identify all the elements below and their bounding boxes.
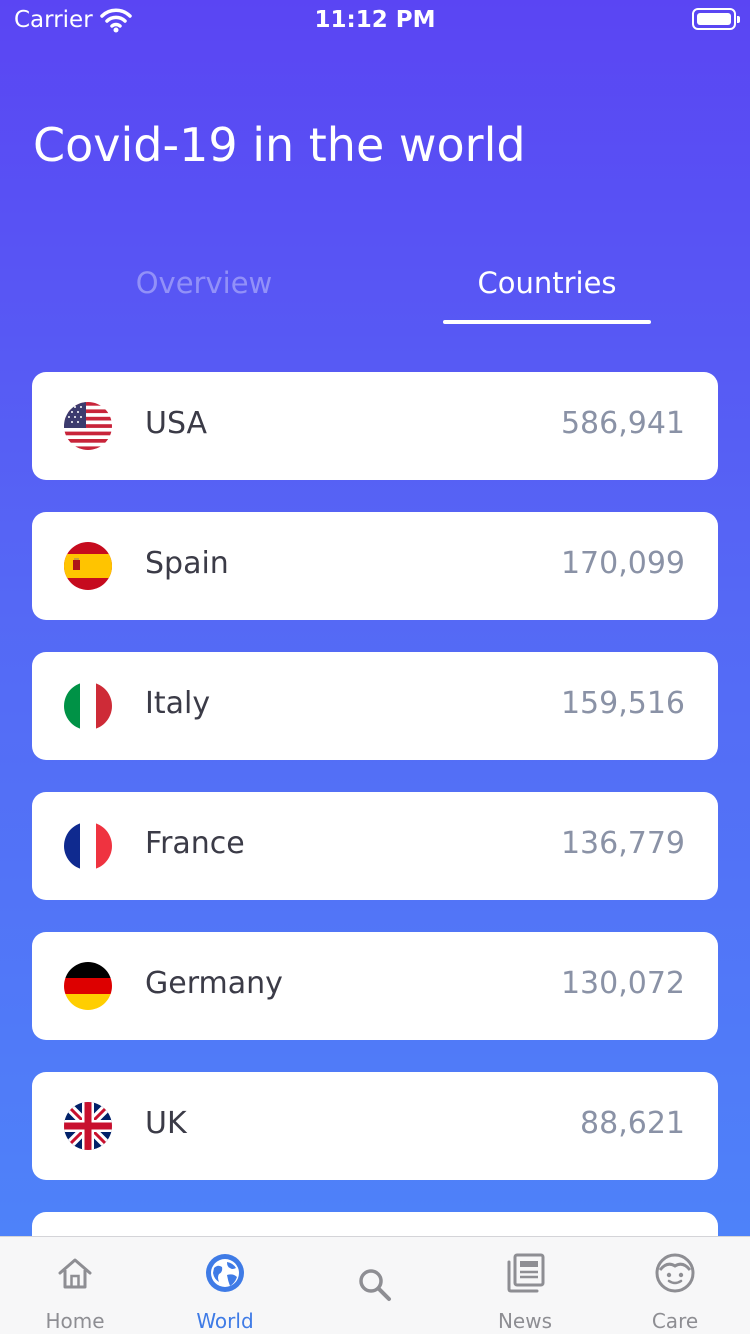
uk-flag-icon	[64, 1102, 112, 1150]
case-count: 586,941	[560, 406, 685, 441]
battery-icon	[692, 8, 740, 30]
search-icon	[359, 1269, 391, 1301]
news-icon	[507, 1253, 545, 1293]
segment-tabs: Overview Countries	[0, 266, 750, 326]
country-card-usa[interactable]: USA 586,941	[32, 372, 718, 480]
italy-flag-icon	[64, 682, 112, 730]
home-icon	[58, 1258, 92, 1289]
tabbar-search[interactable]	[300, 1237, 450, 1334]
country-name: France	[145, 826, 245, 861]
tab-countries[interactable]: Countries	[443, 266, 651, 300]
case-count: 136,779	[560, 826, 685, 861]
spain-flag-icon	[64, 542, 112, 590]
case-count: 130,072	[560, 966, 685, 1001]
country-name: Germany	[145, 966, 283, 1001]
case-count: 88,621	[580, 1106, 685, 1141]
tabbar-news[interactable]: News	[450, 1237, 600, 1334]
country-card-france[interactable]: France 136,779	[32, 792, 718, 900]
globe-icon	[206, 1254, 244, 1292]
tabbar-home-label: Home	[45, 1309, 105, 1333]
tab-overview[interactable]: Overview	[100, 266, 308, 300]
status-bar: Carrier 11:12 PM	[0, 0, 750, 40]
country-card-spain[interactable]: Spain 170,099	[32, 512, 718, 620]
tabbar-world[interactable]: World	[150, 1237, 300, 1334]
tabbar-news-label: News	[497, 1309, 553, 1333]
tabbar-world-label: World	[196, 1309, 254, 1333]
germany-flag-icon	[64, 962, 112, 1010]
us-flag-icon	[64, 402, 112, 450]
country-card-germany[interactable]: Germany 130,072	[32, 932, 718, 1040]
country-name: USA	[145, 406, 208, 441]
tabbar-home[interactable]: Home	[0, 1237, 150, 1334]
face-icon	[655, 1253, 695, 1293]
country-card-italy[interactable]: Italy 159,516	[32, 652, 718, 760]
country-card-uk[interactable]: UK 88,621	[32, 1072, 718, 1180]
country-name: Spain	[145, 546, 229, 581]
page-title: Covid-19 in the world	[33, 118, 526, 172]
country-name: Italy	[145, 686, 211, 721]
tabbar-care-label: Care	[651, 1309, 699, 1333]
clock: 11:12 PM	[314, 7, 436, 33]
case-count: 170,099	[560, 546, 685, 581]
case-count: 159,516	[560, 686, 685, 721]
france-flag-icon	[64, 822, 112, 870]
tabbar-care[interactable]: Care	[600, 1237, 750, 1334]
bottom-tab-bar: Home World News Care	[0, 1236, 750, 1334]
active-tab-indicator	[443, 320, 651, 324]
country-name: UK	[145, 1106, 187, 1141]
